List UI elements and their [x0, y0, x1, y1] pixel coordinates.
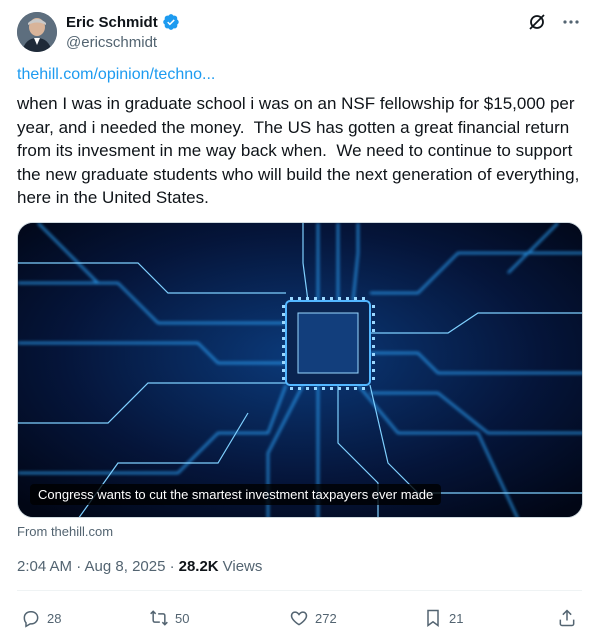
reply-icon	[23, 611, 39, 628]
reply-count: 28	[47, 610, 62, 626]
article-link[interactable]: thehill.com/opinion/techno...	[17, 66, 215, 84]
share-button[interactable]	[557, 608, 577, 628]
bookmark-icon	[427, 609, 439, 627]
tweet: Eric Schmidt @ericschmidt thehill.com/op…	[0, 0, 599, 642]
views-count: 28.2K	[178, 558, 219, 575]
like-count: 272	[315, 610, 337, 626]
avatar[interactable]	[17, 12, 57, 52]
tweet-meta: 2:04 AM · Aug 8, 2025 · 28.2K Views	[17, 558, 262, 575]
heart-icon	[290, 611, 308, 626]
card-image	[18, 223, 582, 517]
author-display-name[interactable]: Eric Schmidt	[66, 14, 158, 31]
timestamp[interactable]: 2:04 AM · Aug 8, 2025 ·	[17, 558, 175, 575]
repost-count: 50	[175, 610, 190, 626]
reply-button[interactable]: 28	[21, 608, 61, 628]
grok-icon[interactable]	[527, 12, 547, 32]
more-icon[interactable]	[561, 12, 581, 32]
verified-badge-icon	[162, 13, 180, 31]
repost-icon	[150, 610, 168, 626]
header-icons	[527, 12, 581, 32]
author-handle[interactable]: @ericschmidt	[66, 34, 157, 51]
tweet-text: when I was in graduate school i was on a…	[17, 94, 585, 207]
action-bar: 28 50 272 21	[17, 603, 583, 633]
link-card[interactable]: Congress wants to cut the smartest inves…	[17, 222, 583, 518]
bookmark-count: 21	[449, 610, 464, 626]
repost-button[interactable]: 50	[149, 608, 189, 628]
views-label: Views	[222, 558, 263, 575]
card-source[interactable]: From thehill.com	[17, 524, 113, 539]
share-icon	[559, 609, 575, 627]
divider	[17, 590, 582, 591]
bookmark-button[interactable]: 21	[423, 608, 463, 628]
like-button[interactable]: 272	[289, 608, 337, 628]
card-caption: Congress wants to cut the smartest inves…	[30, 484, 442, 505]
author-name-row[interactable]: Eric Schmidt	[66, 13, 180, 31]
